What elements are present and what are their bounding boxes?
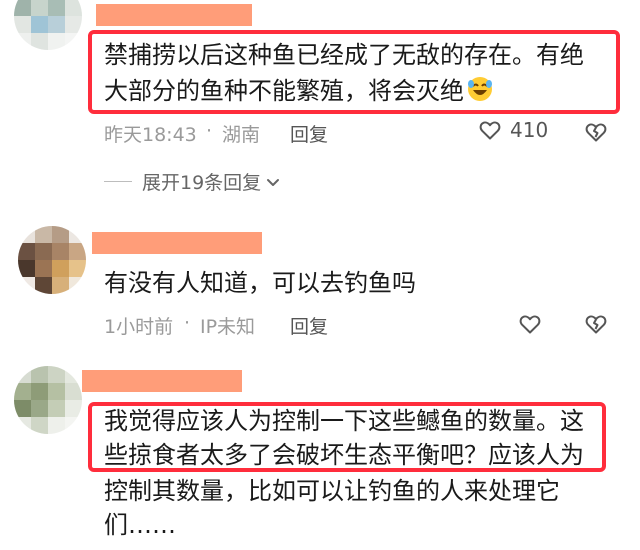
- meta-separator: ·: [206, 120, 213, 142]
- comment-text-line: 些掠食者太多了会破坏生态平衡吧？应该人为: [104, 441, 584, 469]
- reply-button[interactable]: 回复: [290, 120, 328, 147]
- expand-replies-label: 展开19条回复: [142, 172, 262, 194]
- expand-replies-button[interactable]: 展开19条回复: [104, 168, 281, 195]
- like-count: 410: [510, 118, 549, 142]
- broken-heart-icon[interactable]: [584, 120, 608, 144]
- redacted-username: [92, 232, 262, 254]
- chevron-down-icon: [267, 178, 280, 186]
- comment-3: 我觉得应该人为控制一下这些鳡鱼的数量。这 些掠食者太多了会破坏生态平衡吧？应该人…: [0, 360, 640, 550]
- redacted-username: [82, 370, 242, 392]
- like-button[interactable]: 410: [478, 118, 548, 142]
- avatar[interactable]: [14, 366, 82, 434]
- comment-text-line: 禁捕捞以后这种鱼已经成了无敌的存在。有绝: [104, 41, 584, 69]
- comment-2: 有没有人知道，可以去钓鱼吗 1小时前 · IP未知 回复: [0, 220, 640, 350]
- comment-1: 禁捕捞以后这种鱼已经成了无敌的存在。有绝 大部分的鱼种不能繁殖，将会灭绝 昨天1…: [0, 0, 640, 160]
- heart-icon[interactable]: [518, 312, 542, 336]
- divider: [104, 181, 132, 182]
- comment-text-line: 大部分的鱼种不能繁殖，将会灭绝: [104, 72, 494, 110]
- comment-text-line: 们……: [104, 511, 176, 539]
- comment-location: IP未知: [200, 316, 256, 338]
- comment-text-line: 控制其数量，比如可以让钓鱼的人来处理它: [104, 477, 560, 505]
- avatar[interactable]: [18, 226, 86, 294]
- comment-text-line: 有没有人知道，可以去钓鱼吗: [104, 269, 416, 297]
- comment-time: 昨天18:43: [104, 124, 197, 146]
- redacted-username: [96, 4, 252, 26]
- rolling-laughing-emoji: [468, 77, 492, 101]
- comment-text-line: 我觉得应该人为控制一下这些鳡鱼的数量。这: [104, 407, 584, 435]
- avatar[interactable]: [14, 0, 82, 50]
- heart-icon: [479, 121, 501, 140]
- comment-location: 湖南: [222, 124, 261, 146]
- reply-button[interactable]: 回复: [290, 312, 328, 339]
- meta-separator: ·: [184, 312, 191, 334]
- comment-time: 1小时前: [104, 316, 174, 338]
- broken-heart-icon[interactable]: [584, 312, 608, 336]
- comment-text-line-content: 大部分的鱼种不能繁殖，将会灭绝: [104, 77, 464, 105]
